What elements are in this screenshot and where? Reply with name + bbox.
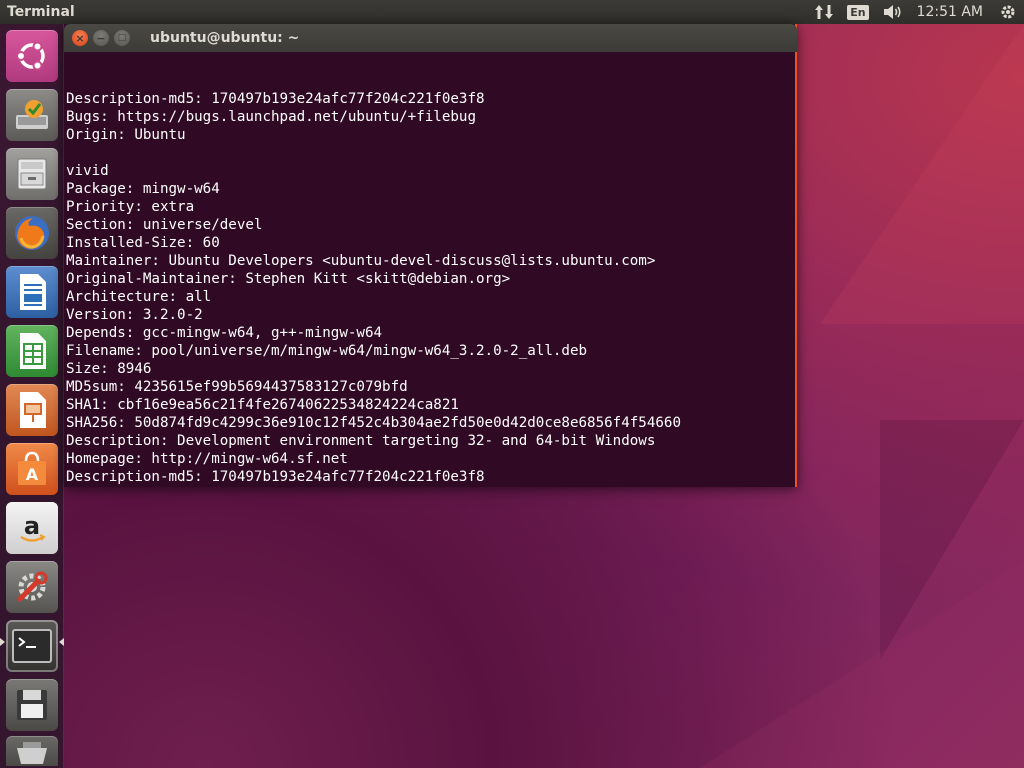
launcher: A a	[0, 24, 64, 768]
language-label: En	[847, 4, 869, 20]
launcher-files[interactable]	[6, 148, 58, 200]
network-updown-icon[interactable]	[808, 0, 840, 24]
terminal-line: MD5sum: 4235615ef99b5694437583127c079bfd	[66, 379, 408, 395]
maximize-icon: □	[117, 32, 127, 43]
speaker-volume-icon[interactable]	[876, 0, 910, 24]
close-button[interactable]: ×	[72, 30, 88, 46]
terminal-line: Description-md5: 170497b193e24afc77f204c…	[66, 469, 485, 485]
launcher-system-settings[interactable]	[6, 561, 58, 613]
launcher-libreoffice-calc[interactable]	[6, 325, 58, 377]
launcher-trash[interactable]	[6, 736, 58, 766]
terminal-line: Bugs: https://bugs.launchpad.net/ubuntu/…	[66, 109, 476, 125]
terminal-line: Description-md5: 170497b193e24afc77f204c…	[66, 91, 485, 107]
terminal-line: Section: universe/devel	[66, 217, 263, 233]
power-gear-icon[interactable]	[993, 0, 1024, 24]
terminal-line: Package: mingw-w64	[66, 181, 220, 197]
launcher-software-updater[interactable]	[6, 89, 58, 141]
calc-spreadsheet-icon	[20, 333, 46, 369]
terminal-line: Architecture: all	[66, 289, 212, 305]
svg-text:A: A	[26, 465, 39, 484]
top-panel: Terminal En 12:51 AM	[0, 0, 1024, 24]
minimize-button[interactable]: −	[93, 30, 109, 46]
launcher-terminal[interactable]	[6, 620, 58, 672]
svg-text:a: a	[24, 512, 40, 540]
terminal-line: Origin: Ubuntu	[66, 127, 186, 143]
terminal-line: SHA256: 50d874fd9c4299c36e910c12f452c4b3…	[66, 415, 681, 431]
file-cabinet-icon	[17, 158, 47, 190]
terminal-line: Size: 8946	[66, 361, 152, 377]
clock[interactable]: 12:51 AM	[910, 0, 993, 24]
window-title: ubuntu@ubuntu: ~	[150, 30, 300, 46]
shopping-bag-icon: A	[18, 451, 46, 485]
maximize-button[interactable]: □	[114, 30, 130, 46]
terminal-line: vivid	[66, 163, 109, 179]
indicator-area: En 12:51 AM	[808, 0, 1024, 24]
terminal-line: Depends: gcc-mingw-w64, g++-mingw-w64	[66, 325, 383, 341]
amazon-icon: a	[20, 512, 46, 542]
writer-document-icon	[20, 274, 46, 310]
trash-icon	[17, 742, 47, 764]
terminal-line: SHA1: cbf16e9ea56c21f4fe2674062253482422…	[66, 397, 459, 413]
minimize-icon: −	[96, 31, 106, 45]
terminal-line: Original-Maintainer: Stephen Kitt <skitt…	[66, 271, 511, 287]
launcher-ubuntu-software-center[interactable]: A	[6, 443, 58, 495]
firefox-icon	[15, 216, 49, 250]
keyboard-language-indicator[interactable]: En	[840, 0, 875, 24]
launcher-firefox[interactable]	[6, 207, 58, 259]
launcher-dash-home[interactable]	[6, 30, 58, 82]
terminal-line: Description: Development environment tar…	[66, 433, 656, 449]
close-icon: ×	[75, 31, 85, 45]
terminal-line: Installed-Size: 60	[66, 235, 220, 251]
settings-wrench-icon	[17, 571, 48, 602]
software-updater-icon	[16, 100, 48, 129]
terminal-line: Homepage: http://mingw-w64.sf.net	[66, 451, 348, 467]
wallpaper-facet	[700, 560, 1024, 768]
wallpaper-facet	[820, 24, 1024, 324]
terminal-window[interactable]: × − □ ubuntu@ubuntu: ~ Description-md5: …	[64, 24, 797, 487]
terminal-line: Version: 3.2.0-2	[66, 307, 203, 323]
floppy-disk-icon	[17, 690, 47, 720]
launcher-libreoffice-writer[interactable]	[6, 266, 58, 318]
terminal-line: Filename: pool/universe/m/mingw-w64/ming…	[66, 343, 588, 359]
active-app-title[interactable]: Terminal	[0, 4, 75, 20]
impress-presentation-icon	[20, 392, 46, 428]
terminal-output[interactable]: Description-md5: 170497b193e24afc77f204c…	[66, 54, 792, 485]
focused-indicator	[59, 638, 64, 646]
terminal-prompt-icon	[12, 629, 52, 663]
running-indicator	[0, 638, 5, 646]
launcher-amazon[interactable]: a	[6, 502, 58, 554]
ubuntu-logo-icon	[16, 41, 45, 71]
launcher-save[interactable]	[6, 679, 58, 731]
terminal-line: Priority: extra	[66, 199, 195, 215]
window-titlebar[interactable]: × − □ ubuntu@ubuntu: ~	[64, 24, 797, 52]
launcher-libreoffice-impress[interactable]	[6, 384, 58, 436]
terminal-line: Maintainer: Ubuntu Developers <ubuntu-de…	[66, 253, 656, 269]
